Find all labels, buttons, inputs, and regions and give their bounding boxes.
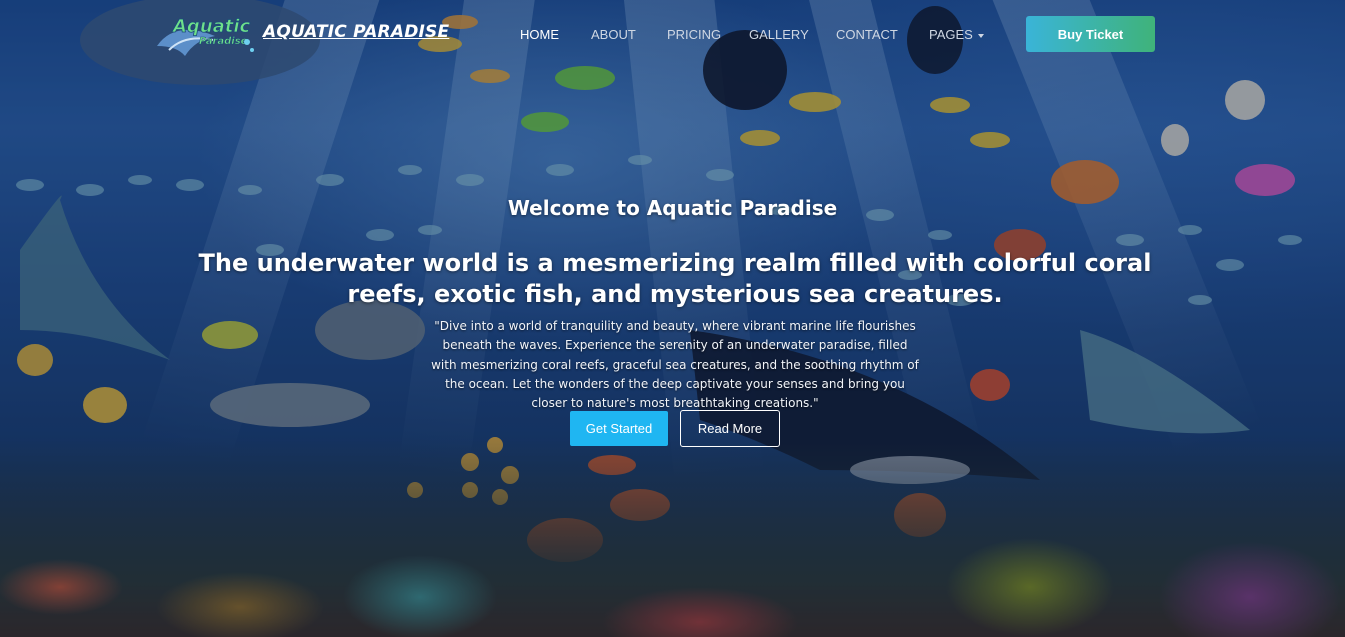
caret-down-icon — [977, 33, 984, 38]
nav-pages-label: PAGES — [929, 27, 973, 42]
svg-text:Paradise: Paradise — [199, 36, 248, 47]
hero-heading: The underwater world is a mesmerizing re… — [198, 249, 1152, 308]
nav-contact[interactable]: CONTACT — [836, 27, 898, 42]
nav-pricing[interactable]: PRICING — [667, 27, 721, 42]
nav-about[interactable]: ABOUT — [591, 27, 636, 42]
brand-name[interactable]: AQUATIC PARADISE — [263, 22, 449, 42]
brand-logo[interactable]: Aquatic Paradise — [155, 10, 259, 60]
buy-ticket-button[interactable]: Buy Ticket — [1026, 16, 1155, 52]
navbar: Aquatic Paradise AQUATIC PARADISE HOME A… — [0, 0, 1345, 68]
nav-home[interactable]: HOME — [520, 27, 559, 42]
get-started-button[interactable]: Get Started — [570, 411, 668, 446]
nav-gallery[interactable]: GALLERY — [749, 27, 809, 42]
hero-description: "Dive into a world of tranquility and be… — [431, 319, 919, 411]
aquatic-paradise-logo: Aquatic Paradise — [157, 16, 254, 56]
svg-text:Aquatic: Aquatic — [171, 16, 251, 37]
hero-title: Welcome to Aquatic Paradise — [507, 196, 838, 220]
nav-pages-dropdown[interactable]: PAGES — [929, 27, 984, 42]
read-more-button[interactable]: Read More — [680, 410, 780, 447]
